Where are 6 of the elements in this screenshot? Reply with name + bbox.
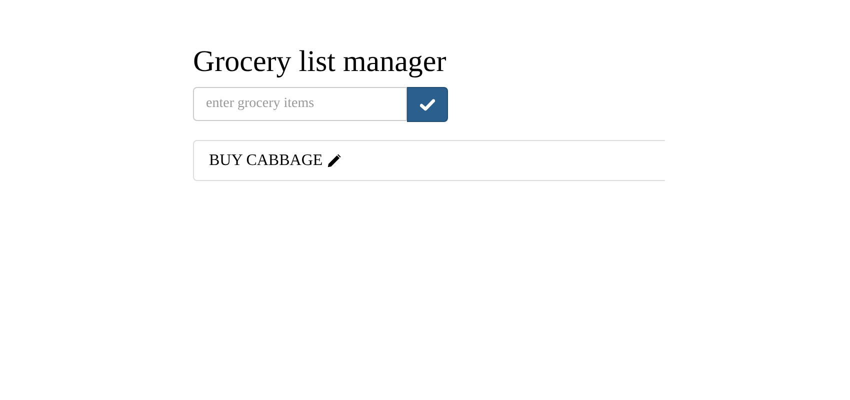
check-icon <box>420 98 435 110</box>
grocery-input[interactable]: enter grocery items <box>193 87 407 121</box>
page-title: Grocery list manager <box>193 44 448 80</box>
submit-button[interactable] <box>407 87 448 122</box>
pencil-icon[interactable] <box>326 152 343 169</box>
item-text: BUY CABBAGE <box>209 150 323 170</box>
